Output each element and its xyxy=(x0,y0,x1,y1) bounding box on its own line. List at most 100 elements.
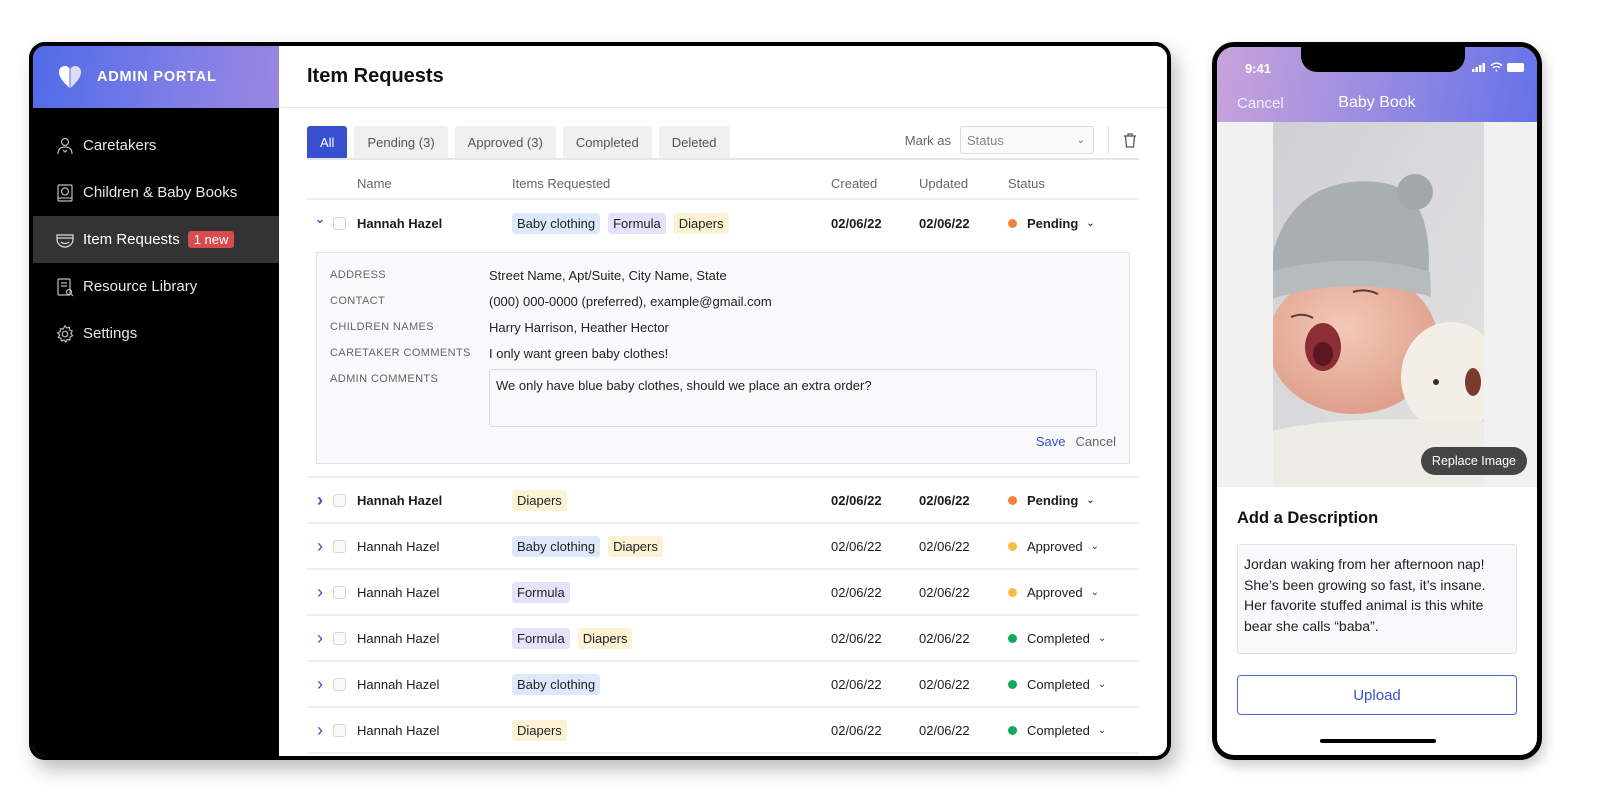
sidebar-nav: Caretakers Children & Baby Books Item Re… xyxy=(33,122,279,357)
phone-notch xyxy=(1301,47,1465,72)
col-items: Items Requested xyxy=(512,176,611,191)
table-row[interactable]: › Hannah Hazel Formula 02/06/22 02/06/22 Appr… xyxy=(307,570,1139,616)
table-row[interactable]: › Hannah Hazel Baby clothing 02/06/22 02/06/… xyxy=(307,662,1139,708)
detail-value: Harry Harrison, Heather Hector xyxy=(489,319,669,335)
chevron-right-icon[interactable]: › xyxy=(317,628,323,649)
item-tag: Diapers xyxy=(577,627,633,649)
sidebar: ADMIN PORTAL Caretakers Children & Baby … xyxy=(33,46,279,756)
detail-field: CARETAKER COMMENTS I only want green baby… xyxy=(330,345,1116,361)
row-items: Baby clothing xyxy=(512,673,831,695)
status-bar-icons xyxy=(1472,62,1525,72)
sidebar-item-settings[interactable]: Settings xyxy=(33,310,279,357)
row-created: 02/06/22 xyxy=(831,492,882,508)
sidebar-item-children-baby-books[interactable]: Children & Baby Books xyxy=(33,169,279,216)
detail-label: CONTACT xyxy=(330,295,386,307)
mark-as-status-select[interactable]: Status ⌄ xyxy=(960,126,1094,154)
baby-photo xyxy=(1273,122,1484,487)
chevron-right-icon[interactable]: › xyxy=(317,536,323,557)
signal-icon xyxy=(1472,62,1485,72)
requests-table: Name Items Requested Created Updated Sta… xyxy=(307,176,1139,754)
chevron-right-icon[interactable]: › xyxy=(317,720,323,741)
chevron-right-icon[interactable]: › xyxy=(317,674,323,695)
row-updated: 02/06/22 xyxy=(919,492,970,508)
row-name: Hannah Hazel xyxy=(357,676,440,692)
chevron-right-icon[interactable]: › xyxy=(317,490,323,511)
page-header: Item Requests xyxy=(279,46,1167,108)
replace-image-button[interactable]: Replace Image xyxy=(1420,447,1527,475)
cancel-button[interactable]: Cancel xyxy=(1076,434,1116,449)
chevron-down-icon: ⌄ xyxy=(1097,724,1107,736)
table-row[interactable]: › Hannah Hazel Diapers 02/06/22 02/06/22 Comp… xyxy=(307,708,1139,754)
col-name[interactable]: Name xyxy=(357,176,512,191)
sidebar-item-caretakers[interactable]: Caretakers xyxy=(33,122,279,169)
item-tag: Diapers xyxy=(673,212,729,234)
bulk-actions: Mark as Status ⌄ xyxy=(905,126,1139,158)
row-status-dropdown[interactable]: Completed ⌄ xyxy=(1008,723,1139,738)
sidebar-item-resource-library[interactable]: Resource Library xyxy=(33,263,279,310)
row-checkbox[interactable] xyxy=(333,585,346,599)
description-textarea[interactable]: Jordan waking from her afternoon nap! Sh… xyxy=(1237,544,1517,654)
status-dot-icon xyxy=(1008,495,1017,505)
row-status-dropdown[interactable]: Pending ⌄ xyxy=(1008,216,1139,231)
row-status-dropdown[interactable]: Pending ⌄ xyxy=(1008,493,1139,508)
table-row[interactable]: ⌄ Hannah Hazel Baby clothing Formula Diapers… xyxy=(307,200,1139,246)
chevron-down-icon: ⌄ xyxy=(1086,217,1095,229)
col-updated[interactable]: Updated xyxy=(919,176,1008,191)
phone-header: 9:41 Cancel Baby Book xyxy=(1217,47,1537,122)
gear-icon xyxy=(55,324,75,344)
row-status-dropdown[interactable]: Completed ⌄ xyxy=(1008,631,1139,646)
row-updated: 02/06/22 xyxy=(919,538,970,554)
tab-completed[interactable]: Completed xyxy=(562,126,652,158)
col-status[interactable]: Status xyxy=(1008,176,1139,191)
detail-value: Street Name, Apt/Suite, City Name, State xyxy=(489,267,727,283)
chevron-down-icon: ⌄ xyxy=(1097,632,1107,644)
chevron-right-icon[interactable]: › xyxy=(317,582,323,603)
row-checkbox[interactable] xyxy=(333,539,346,553)
sidebar-item-label: Item Requests xyxy=(83,231,180,248)
status-dot-icon xyxy=(1008,725,1017,735)
item-tag: Diapers xyxy=(512,489,567,511)
row-items: Baby clothing Diapers xyxy=(512,535,831,557)
tab-all[interactable]: All xyxy=(307,126,348,158)
description-section: Add a Description Jordan waking from her… xyxy=(1217,509,1537,715)
row-name: Hannah Hazel xyxy=(357,630,440,646)
row-status-dropdown[interactable]: Approved ⌄ xyxy=(1008,585,1139,600)
item-tag: Baby clothing xyxy=(512,212,601,234)
admin-comments-textarea[interactable]: We only have blue baby clothes, should w… xyxy=(489,369,1097,427)
row-checkbox[interactable] xyxy=(333,493,346,507)
sidebar-item-label: Settings xyxy=(83,325,138,342)
chevron-down-icon[interactable]: ⌄ xyxy=(315,211,326,227)
row-updated: 02/06/22 xyxy=(919,584,970,600)
table-row[interactable]: › Hannah Hazel Baby clothing Diapers 02/06/2… xyxy=(307,524,1139,570)
tab-pending[interactable]: Pending (3) xyxy=(354,126,448,158)
row-checkbox[interactable] xyxy=(333,631,346,645)
resource-library-icon xyxy=(55,277,75,297)
tab-deleted[interactable]: Deleted xyxy=(658,126,730,158)
item-tag: Diapers xyxy=(512,719,567,741)
save-button[interactable]: Save xyxy=(1036,434,1066,449)
row-checkbox[interactable] xyxy=(333,216,346,230)
table-row[interactable]: › Hannah Hazel Diapers 02/06/22 02/06/22 Pend… xyxy=(307,478,1139,524)
row-updated: 02/06/22 xyxy=(919,722,970,738)
upload-button[interactable]: Upload xyxy=(1237,675,1517,715)
table-row[interactable]: › Hannah Hazel Formula Diapers 02/06/22 02/06… xyxy=(307,616,1139,662)
diaper-icon xyxy=(55,230,75,250)
row-name: Hannah Hazel xyxy=(357,215,443,231)
row-name: Hannah Hazel xyxy=(357,492,443,508)
row-name: Hannah Hazel xyxy=(357,538,440,554)
row-checkbox[interactable] xyxy=(333,677,346,691)
sidebar-item-item-requests[interactable]: Item Requests 1 new xyxy=(33,216,279,263)
trash-icon[interactable] xyxy=(1121,131,1139,149)
admin-comments-label: ADMIN COMMENTS xyxy=(330,373,439,385)
table-body: ⌄ Hannah Hazel Baby clothing Formula Diapers… xyxy=(307,200,1139,754)
status-label: Pending xyxy=(1027,215,1079,231)
tab-approved[interactable]: Approved (3) xyxy=(454,126,556,158)
status-dot-icon xyxy=(1008,587,1017,597)
row-checkbox[interactable] xyxy=(333,723,346,737)
row-status-dropdown[interactable]: Approved ⌄ xyxy=(1008,539,1139,554)
row-status-dropdown[interactable]: Completed ⌄ xyxy=(1008,677,1139,692)
col-created[interactable]: Created xyxy=(831,176,919,191)
request-detail-panel: ADDRESS Street Name, Apt/Suite, City Name… xyxy=(316,252,1130,464)
row-items: Formula xyxy=(512,581,831,603)
admin-window: ADMIN PORTAL Caretakers Children & Baby … xyxy=(29,42,1171,760)
